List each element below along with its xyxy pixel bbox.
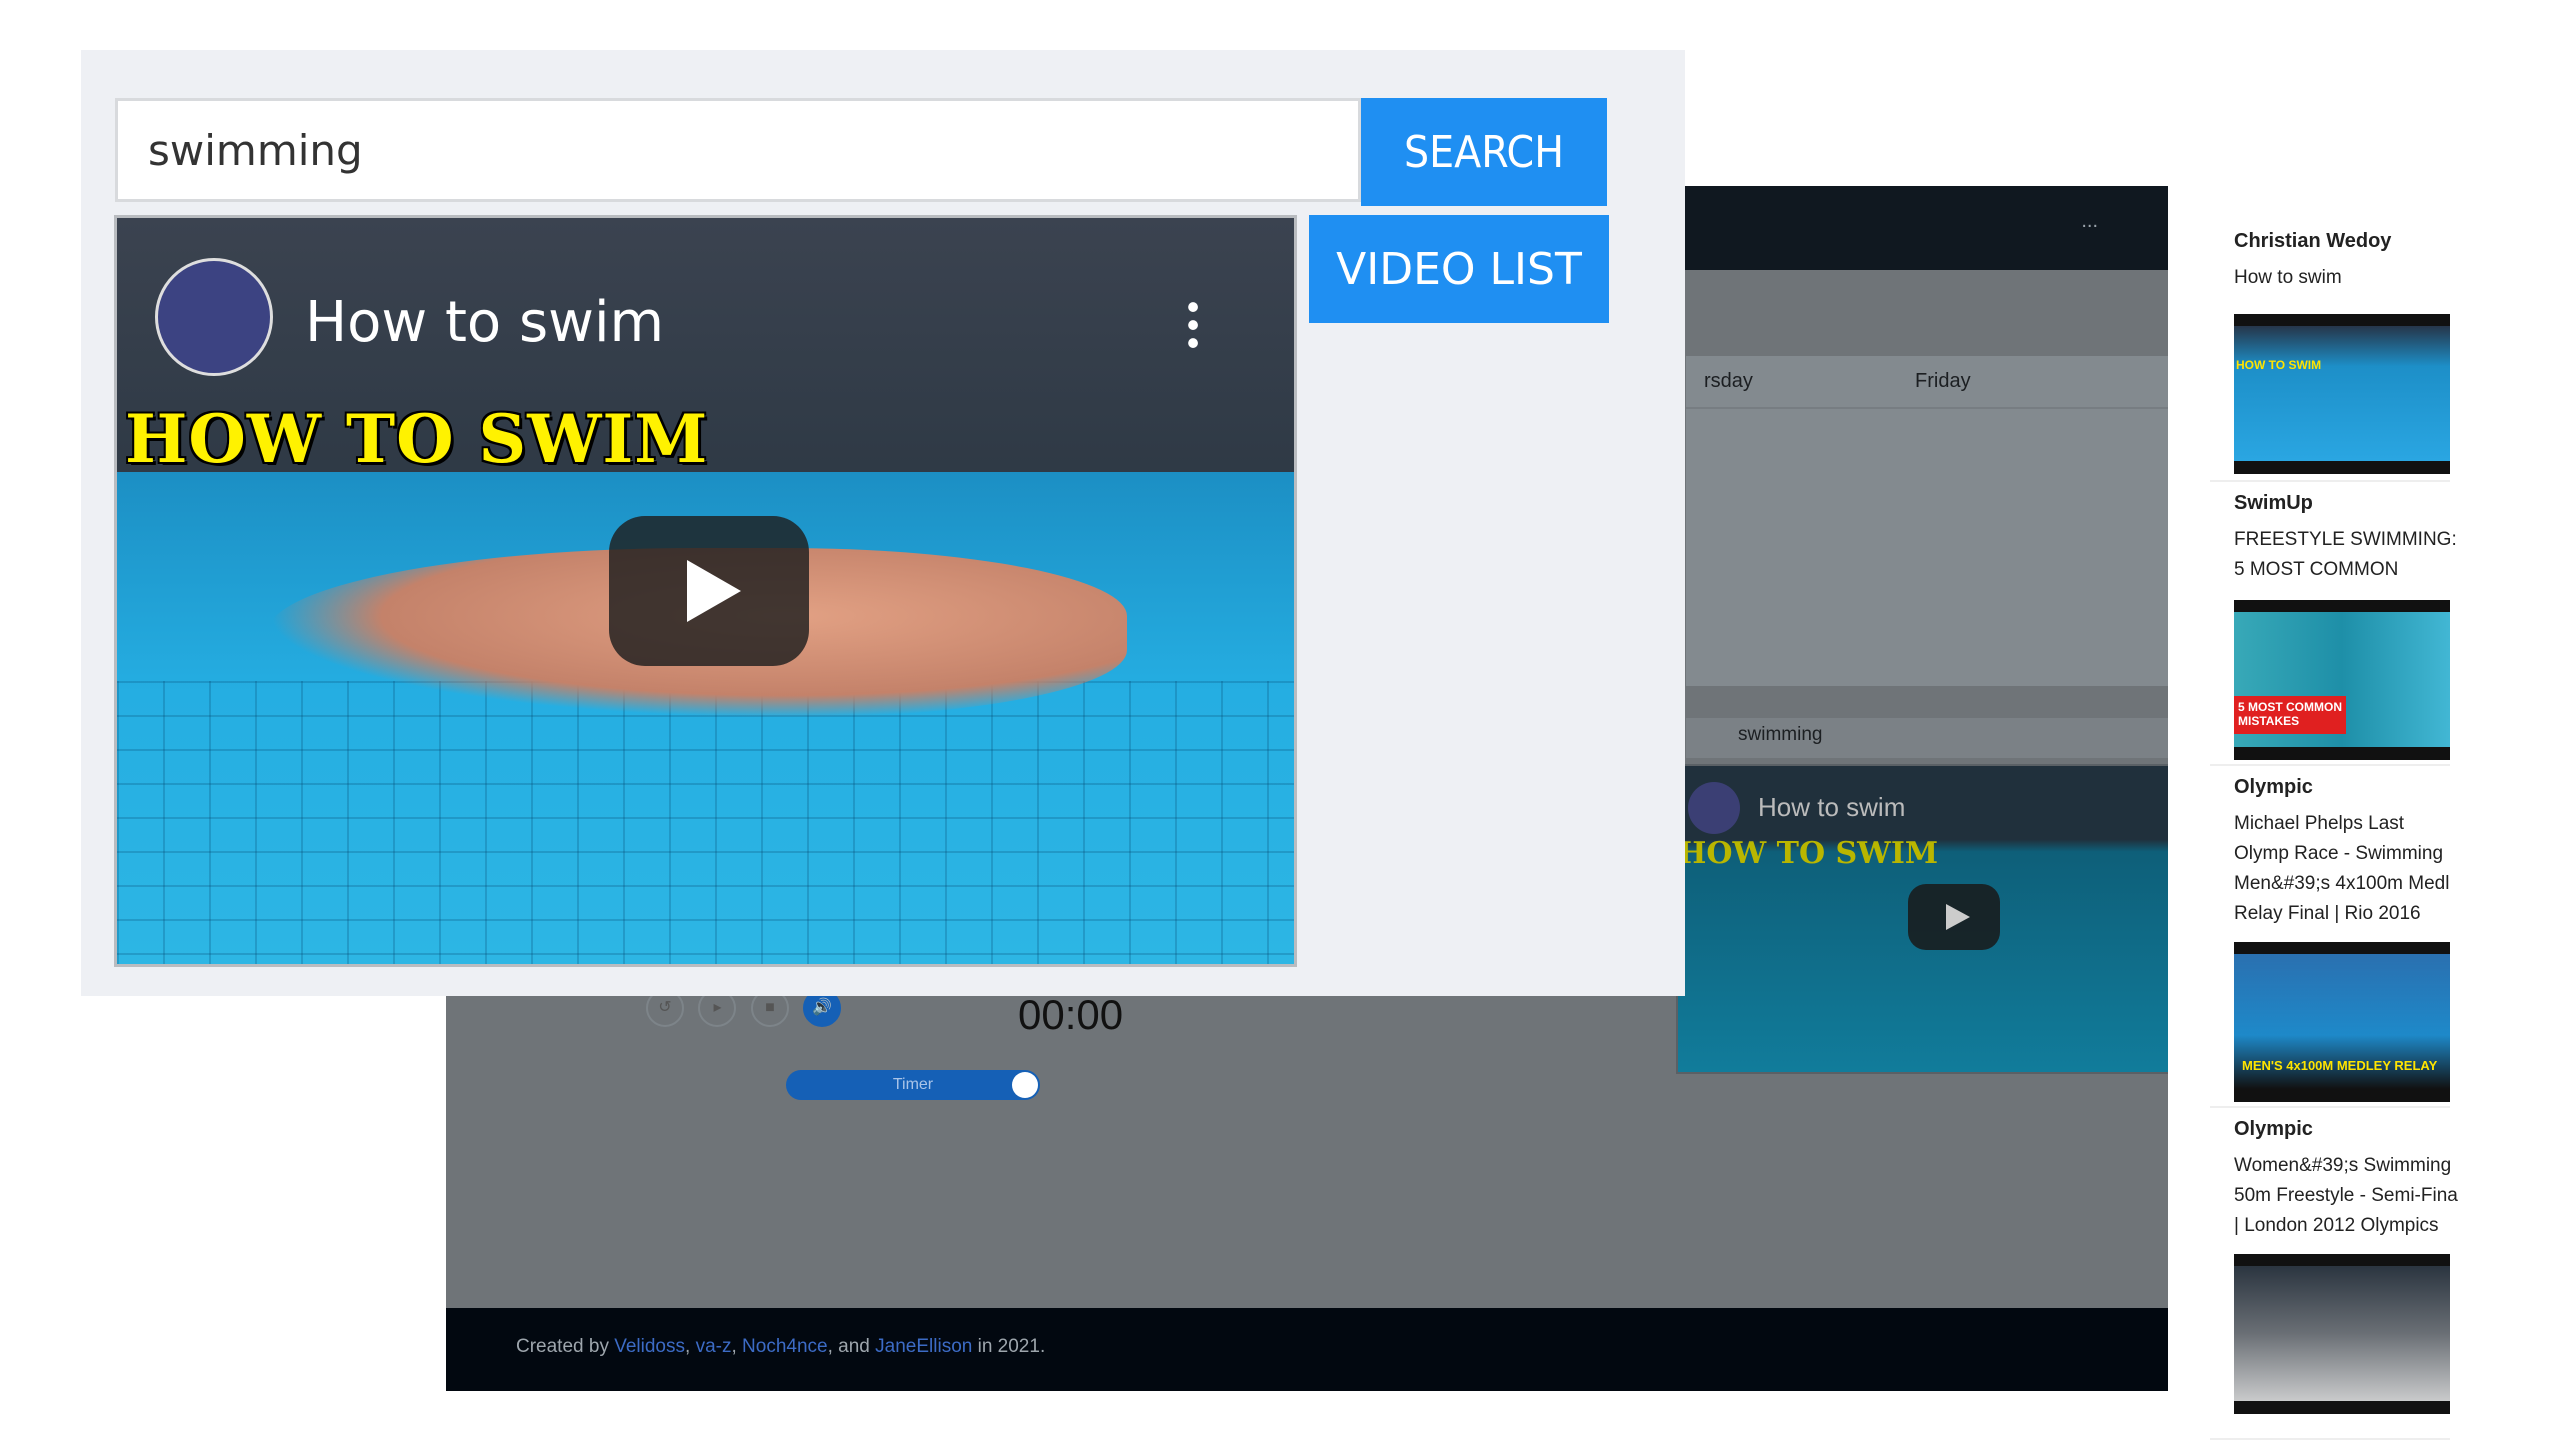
author-link-velidoss[interactable]: Velidoss [614, 1336, 685, 1357]
video-channel-name: Christian Wedoy [2234, 230, 2392, 252]
footer: Created by Velidoss, va-z, Noch4nce, and… [446, 1308, 2168, 1391]
video-thumbnail[interactable]: 5 MOST COMMON MISTAKES [2234, 600, 2450, 760]
footer-suffix: in 2021. [972, 1336, 1046, 1357]
video-title: How to swim [2234, 267, 2342, 288]
video-banner-text: HOW TO SWIM [125, 400, 709, 478]
author-link-janeellison[interactable]: JaneEllison [875, 1336, 972, 1357]
video-thumbnail[interactable] [2234, 1254, 2450, 1414]
search-overlay: SEARCH VIDEO LIST How to swim ••• HOW TO… [81, 50, 1685, 996]
video-channel-name: SwimUp [2234, 492, 2313, 514]
pool-tiles [117, 680, 1294, 964]
video-title[interactable]: How to swim [305, 290, 664, 355]
play-icon [1908, 884, 2000, 950]
footer-separator: , [731, 1336, 743, 1357]
footer-credits: Created by Velidoss, va-z, Noch4nce, and… [516, 1336, 1045, 1358]
footer-prefix: Created by [516, 1336, 615, 1357]
thumbnail-image [2234, 1266, 2450, 1401]
video-list-item[interactable]: Christian Wedoy How to swim HOW TO SWIM [2210, 230, 2450, 482]
footer-separator: , and [827, 1336, 876, 1357]
channel-avatar [1688, 782, 1740, 834]
video-channel-name: Olympic [2234, 1118, 2313, 1140]
video-title: Women&#39;s Swimming 50m Freestyle - Sem… [2234, 1155, 2458, 1236]
navbar-menu-icon[interactable]: ... [2081, 210, 2098, 233]
toggle-knob [1012, 1072, 1038, 1098]
thumbnail-text: MEN'S 4x100M MEDLEY RELAY [2242, 1058, 2438, 1073]
search-input[interactable] [115, 98, 1361, 202]
footer-separator: , [685, 1336, 696, 1357]
video-title: Michael Phelps Last Olymp Race - Swimmin… [2234, 813, 2450, 924]
video-title: How to swim [1758, 792, 1906, 822]
author-link-noch4nce[interactable]: Noch4nce [742, 1336, 828, 1357]
thumbnail-image [2234, 326, 2450, 461]
author-link-va-z[interactable]: va-z [696, 1336, 732, 1357]
thumbnail-text: 5 MOST COMMON MISTAKES [2234, 696, 2346, 734]
play-icon[interactable] [609, 516, 809, 666]
day-column-friday: Friday [1897, 356, 2119, 686]
timer-label: Timer [892, 1076, 934, 1093]
video-banner-text: HOW TO SWIM [1678, 836, 1939, 871]
clock-display: 00:00 [1018, 991, 1124, 1038]
video-channel-name: Olympic [2234, 776, 2313, 798]
video-title: FREESTYLE SWIMMING: 5 MOST COMMON MISTAK… [2234, 529, 2457, 580]
main-video-player[interactable]: How to swim • • • HOW TO SWIM [114, 215, 1297, 967]
video-list-item[interactable]: Olympic Women&#39;s Swimming 50m Freesty… [2210, 1108, 2458, 1440]
video-thumbnail[interactable]: MEN'S 4x100M MEDLEY RELAY [2234, 942, 2450, 1102]
video-thumbnail[interactable]: HOW TO SWIM [2234, 314, 2450, 474]
channel-avatar[interactable] [155, 258, 273, 376]
video-list-item[interactable]: SwimUp FREESTYLE SWIMMING: 5 MOST COMMON… [2210, 482, 2457, 766]
thumbnail-text: HOW TO SWIM [2236, 358, 2322, 372]
day-name: Friday [1897, 356, 2119, 409]
video-list-item[interactable]: Olympic Michael Phelps Last Olymp Race -… [2210, 766, 2450, 1108]
search-button[interactable]: SEARCH [1361, 98, 1607, 206]
timer-toggle[interactable]: Timer [786, 1070, 1040, 1100]
video-list-button[interactable]: VIDEO LIST [1309, 215, 1609, 323]
background-video-player: How to swim HOW TO SWIM [1676, 764, 2168, 1074]
vertical-dots-icon[interactable]: • • • [1183, 289, 1203, 361]
background-search-value: swimming [1738, 724, 1823, 745]
